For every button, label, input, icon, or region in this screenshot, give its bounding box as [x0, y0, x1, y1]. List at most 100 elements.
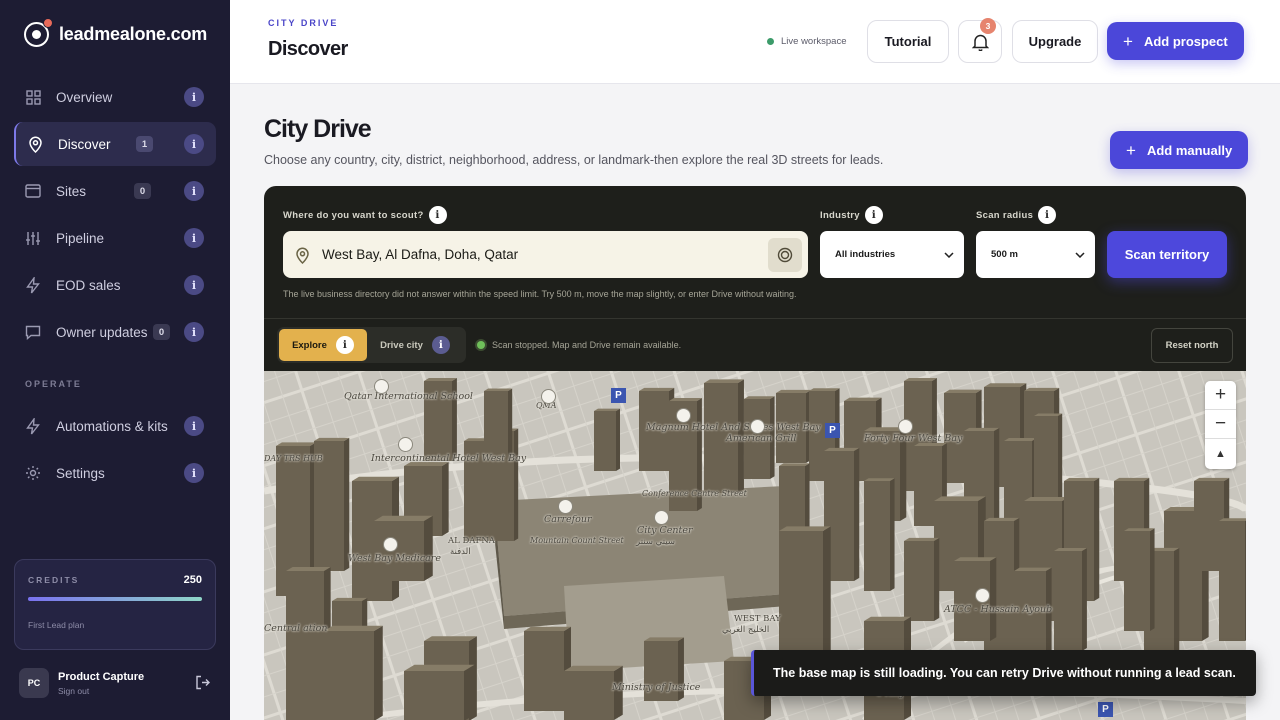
museum-poi-icon[interactable]: [541, 389, 556, 404]
shopping-poi-icon[interactable]: [654, 510, 669, 525]
building-shape: [1094, 477, 1100, 601]
sidebar-item-eod-sales[interactable]: EOD sales i: [14, 263, 216, 307]
building-shape: [1064, 477, 1100, 481]
zoom-out-button[interactable]: −: [1205, 410, 1236, 439]
chevron-down-icon: [1075, 251, 1085, 258]
sidebar-item-automations[interactable]: Automations & kits i: [14, 404, 216, 448]
building-shape: [1219, 518, 1246, 521]
industry-label: Industry i: [820, 206, 883, 224]
map-label: Ministry of Justice: [612, 682, 701, 693]
location-value: West Bay, Al Dafna, Doha, Qatar: [322, 247, 519, 262]
info-icon[interactable]: i: [1038, 206, 1057, 224]
map-label-arabic: الدفنة: [450, 547, 471, 557]
building-shape: [464, 664, 475, 720]
building-shape: [1194, 477, 1230, 481]
map-label: City Center: [637, 525, 693, 536]
sidebar-item-pipeline[interactable]: Pipeline i: [14, 216, 216, 260]
building-shape: [964, 427, 1000, 431]
sidebar: leadmealone.com Overview i Discover 1 i …: [0, 0, 230, 720]
logout-icon[interactable]: [195, 675, 211, 691]
hotel-poi-icon[interactable]: [898, 419, 913, 434]
building-shape: [1124, 528, 1155, 531]
parking-icon[interactable]: P: [825, 423, 840, 438]
radius-value: 500 m: [991, 249, 1018, 260]
sidebar-item-overview[interactable]: Overview i: [14, 75, 216, 119]
info-icon[interactable]: i: [184, 134, 204, 154]
sliders-icon: [24, 229, 42, 247]
restaurant-poi-icon[interactable]: [750, 419, 765, 434]
parking-icon[interactable]: P: [611, 388, 626, 403]
target-icon: [777, 247, 793, 262]
building-shape: [934, 537, 940, 621]
info-icon[interactable]: i: [184, 463, 204, 483]
map-label: ATCC - Hussain Ayoub: [944, 604, 1053, 615]
parking-icon[interactable]: P: [1098, 702, 1113, 717]
sign-out-link[interactable]: Sign out: [58, 686, 195, 696]
info-icon[interactable]: i: [184, 181, 204, 201]
top-header: CITY DRIVE Discover Live workspace Tutor…: [230, 0, 1280, 84]
credits-progress-fill: [28, 597, 202, 601]
sidebar-item-owner-updates[interactable]: Owner updates 0 i: [14, 310, 216, 354]
tab-explore[interactable]: Explore i: [279, 329, 367, 361]
sidebar-item-sites[interactable]: Sites 0 i: [14, 169, 216, 213]
avatar[interactable]: PC: [19, 668, 49, 698]
add-prospect-button[interactable]: + Add prospect: [1107, 22, 1244, 60]
hotel-poi-icon[interactable]: [398, 437, 413, 452]
sidebar-item-discover[interactable]: Discover 1 i: [14, 122, 216, 166]
tab-drive-city[interactable]: Drive city i: [367, 329, 463, 361]
gear-icon: [24, 464, 42, 482]
plus-icon: +: [1123, 31, 1133, 51]
building-shape: [404, 664, 475, 671]
sidebar-item-settings[interactable]: Settings i: [14, 451, 216, 495]
map-label: Conference Centre Street: [642, 489, 747, 498]
map-label: Mountain Count Street: [530, 536, 624, 545]
info-icon[interactable]: i: [184, 322, 204, 342]
info-icon[interactable]: i: [184, 275, 204, 295]
divider: [264, 318, 1246, 319]
building-shape: [484, 391, 508, 461]
building-shape: [844, 397, 882, 401]
notifications-button[interactable]: 3: [958, 18, 1002, 63]
explore-label: Explore: [292, 339, 327, 351]
building-shape: [424, 378, 457, 381]
upgrade-button[interactable]: Upgrade: [1012, 20, 1098, 63]
building-shape: [854, 447, 860, 581]
tutorial-button[interactable]: Tutorial: [867, 20, 949, 63]
industry-value: All industries: [835, 249, 896, 260]
reset-north-button[interactable]: Reset north: [1151, 328, 1233, 363]
camera-poi-icon[interactable]: [975, 588, 990, 603]
info-icon[interactable]: i: [335, 336, 354, 354]
compass-button[interactable]: ▲: [1205, 439, 1236, 468]
map-label: American Grill: [726, 433, 797, 444]
map-label: AL DAFNA: [448, 536, 495, 546]
city-drive-card: Where do you want to scout? i Industry i…: [264, 186, 1246, 720]
scan-territory-button[interactable]: Scan territory: [1107, 231, 1227, 278]
building-shape: [374, 625, 383, 720]
location-input[interactable]: West Bay, Al Dafna, Doha, Qatar: [283, 231, 808, 278]
info-icon[interactable]: i: [428, 206, 447, 224]
shopping-poi-icon[interactable]: [558, 499, 573, 514]
building-shape: [276, 442, 316, 446]
medical-poi-icon[interactable]: [383, 537, 398, 552]
info-icon[interactable]: i: [431, 336, 450, 354]
hotel-poi-icon[interactable]: [676, 408, 691, 423]
info-icon[interactable]: i: [184, 87, 204, 107]
info-icon[interactable]: i: [184, 228, 204, 248]
radius-select[interactable]: 500 m: [976, 231, 1095, 278]
industry-select[interactable]: All industries: [820, 231, 964, 278]
section-subtitle: Choose any country, city, district, neig…: [264, 153, 884, 167]
building-shape: [744, 396, 775, 399]
building-shape: [824, 447, 860, 451]
school-poi-icon[interactable]: [374, 379, 389, 394]
live-dot-icon: [767, 38, 774, 45]
add-manually-button[interactable]: + Add manually: [1110, 131, 1249, 169]
locate-me-button[interactable]: [768, 237, 802, 272]
brand[interactable]: leadmealone.com: [24, 18, 207, 47]
building-shape: [644, 637, 684, 641]
zoom-in-button[interactable]: +: [1205, 381, 1236, 410]
mode-toggle: Explore i Drive city i: [277, 327, 466, 363]
info-icon[interactable]: i: [864, 206, 883, 224]
info-icon[interactable]: i: [184, 416, 204, 436]
building-shape: [779, 526, 831, 531]
building-shape: [1150, 528, 1155, 631]
